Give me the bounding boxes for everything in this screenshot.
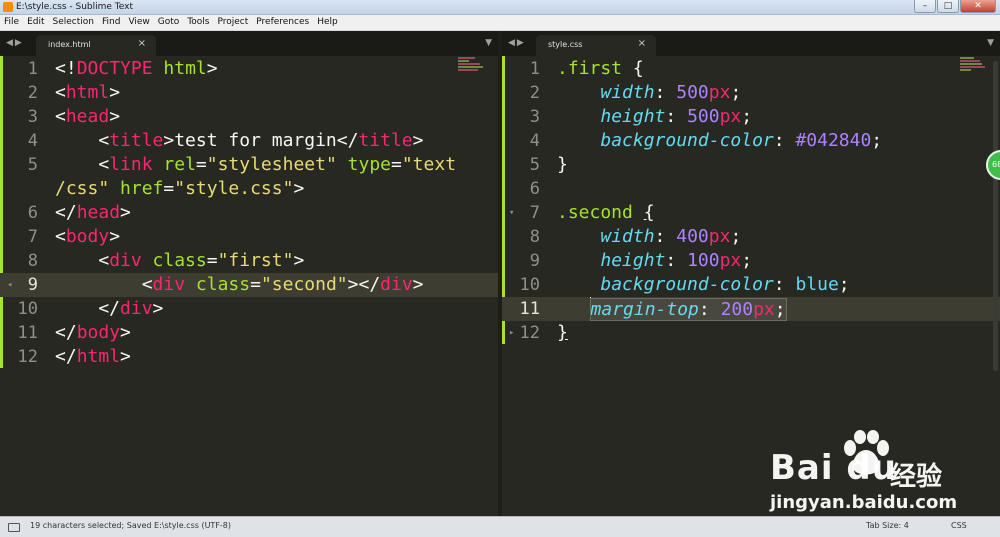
minimap[interactable] (960, 57, 988, 87)
watermark-brand: Bai du (770, 448, 897, 488)
menu-tools[interactable]: Tools (187, 15, 209, 30)
text-selection: margin-top: 200px; (589, 298, 787, 321)
code-line: 7 <body> (27, 226, 121, 247)
watermark-url: jingyan.baidu.com (770, 492, 958, 513)
code-line-active: 11 margin-top: 200px; (502, 297, 1000, 321)
code-line: 6 (529, 179, 540, 199)
code-line: 3 <head> (27, 106, 121, 127)
watermark-cn: 经验 (890, 462, 943, 492)
menu-preferences[interactable]: Preferences (256, 15, 309, 30)
status-bar: 19 characters selected; Saved E:\style.c… (0, 516, 1000, 537)
code-line: 4 <title>test for margin</title> (27, 130, 424, 151)
menu-help[interactable]: Help (317, 15, 338, 30)
code-line-wrapped: /css" href="style.css"> (55, 178, 305, 199)
code-line: 8 <div class="first"> (27, 250, 305, 271)
code-line: 12 </html> (17, 346, 131, 367)
code-line: ▸ 12} (509, 322, 568, 343)
tab-label: index.html (48, 40, 91, 49)
scrollbar[interactable] (993, 61, 998, 371)
syntax-indicator[interactable]: CSS (951, 521, 967, 530)
code-line: 3 height: 500px; (529, 106, 753, 127)
code-line: 1 .first { (529, 58, 644, 79)
menu-goto[interactable]: Goto (158, 15, 180, 30)
code-line: 5 <link rel="stylesheet" type="text (27, 154, 457, 175)
code-line: 8 width: 400px; (529, 226, 742, 247)
tab-size-indicator[interactable]: Tab Size: 4 (866, 521, 909, 530)
tab-index-html[interactable]: index.html × (36, 35, 156, 56)
code-line: 2 <html> (27, 82, 121, 103)
menu-project[interactable]: Project (217, 15, 248, 30)
minimap[interactable] (458, 57, 486, 87)
left-tab-bar: ◀▶ index.html × ▼ (0, 31, 498, 56)
tab-close-icon[interactable]: × (138, 38, 146, 49)
code-line: 11 </body> (17, 322, 131, 343)
minimize-button[interactable]: – (914, 0, 936, 13)
menu-edit[interactable]: Edit (27, 15, 44, 30)
code-line: 2 width: 500px; (529, 82, 742, 103)
tab-close-icon[interactable]: × (638, 38, 646, 49)
baidu-watermark: Bai du 经验 jingyan.baidu.com (770, 430, 990, 515)
code-line: 9 height: 100px; (529, 250, 753, 271)
tab-style-css[interactable]: style.css × (536, 35, 656, 56)
window-controls: – □ ✕ (914, 0, 996, 14)
dropdown-icon[interactable]: ▼ (485, 38, 492, 48)
code-line-active: ◂ 9 <div class="second"></div> (0, 273, 498, 297)
title-bar: E:\style.css - Sublime Text – □ ✕ (0, 0, 1000, 15)
code-area-html[interactable]: 1 <!DOCTYPE html> 2 <html> 3 <head> 4 <titl… (0, 56, 498, 516)
right-tab-bar: ◀▶ style.css × ▼ (502, 31, 1000, 56)
dropdown-icon[interactable]: ▼ (987, 38, 994, 48)
menu-bar: File Edit Selection Find View Goto Tools… (0, 15, 1000, 31)
menu-find[interactable]: Find (102, 15, 120, 30)
code-line: 1 <!DOCTYPE html> (27, 58, 218, 79)
tab-label: style.css (548, 40, 583, 49)
tab-nav-arrows-icon[interactable]: ◀▶ (6, 38, 24, 48)
left-editor-pane: ◀▶ index.html × ▼ 1 <!DOCTYPE html> 2 <htm… (0, 31, 498, 516)
tab-nav-arrows-icon[interactable]: ◀▶ (508, 38, 526, 48)
maximize-button[interactable]: □ (937, 0, 959, 13)
menu-view[interactable]: View (128, 15, 149, 30)
status-message: 19 characters selected; Saved E:\style.c… (30, 521, 232, 530)
code-line: 5} (529, 154, 568, 175)
status-panel-icon[interactable] (8, 523, 20, 532)
menu-file[interactable]: File (4, 15, 19, 30)
close-button[interactable]: ✕ (960, 0, 996, 13)
app-icon (3, 2, 13, 12)
code-line: 10 background-color: blue; (519, 274, 850, 295)
code-line: ▾ 7 .second { (509, 202, 655, 223)
code-line: 6 </head> (27, 202, 131, 223)
code-line: 10 </div> (17, 298, 164, 319)
code-line: 4 background-color: #042840; (529, 130, 883, 151)
menu-selection[interactable]: Selection (53, 15, 94, 30)
window-title: E:\style.css - Sublime Text (16, 2, 133, 12)
